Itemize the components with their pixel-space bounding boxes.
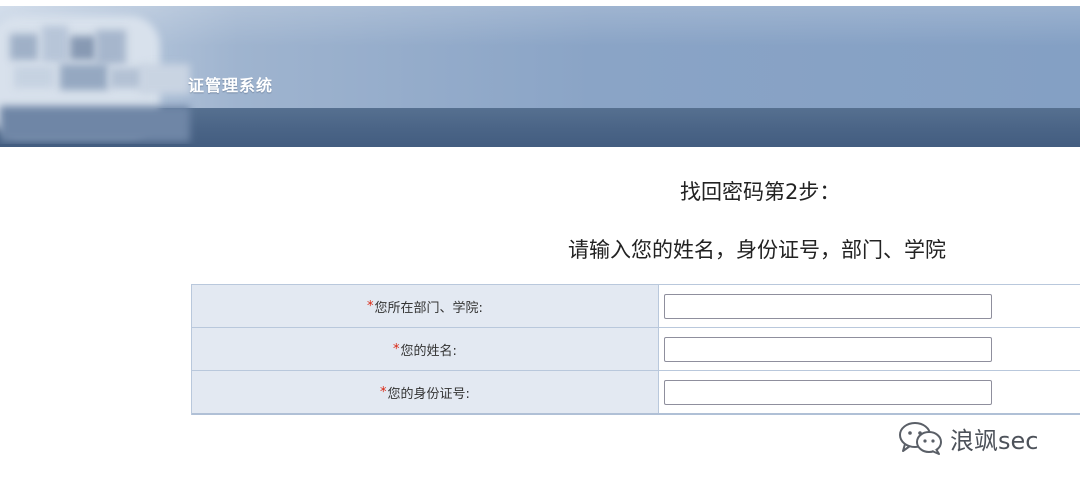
header-banner: 证管理系统 <box>0 0 1080 147</box>
id-number-input-cell <box>659 371 1080 413</box>
id-number-label-cell: * 您的身份证号: <box>192 371 659 413</box>
name-input[interactable] <box>664 336 992 362</box>
name-label: 您的姓名: <box>400 343 457 359</box>
step-title: 找回密码第2步： <box>680 180 841 204</box>
name-input-cell <box>659 328 1080 370</box>
watermark: 浪飒sec <box>898 420 1038 456</box>
wechat-icon <box>899 422 942 455</box>
form-row-id-number: * 您的身份证号: <box>192 371 1080 415</box>
id-number-input[interactable] <box>664 379 992 405</box>
department-input-cell <box>659 285 1080 327</box>
form-row-department: * 您所在部门、学院: <box>192 285 1080 328</box>
required-mark: * <box>367 298 374 314</box>
system-title: 证管理系统 <box>188 76 274 95</box>
department-label: 您所在部门、学院: <box>374 300 483 316</box>
id-number-label: 您的身份证号: <box>387 386 470 402</box>
form-row-name: * 您的姓名: <box>192 328 1080 371</box>
blurred-logo <box>0 6 200 144</box>
required-mark: * <box>380 384 387 400</box>
step-instruction: 请输入您的姓名，身份证号，部门、学院 <box>568 238 946 262</box>
department-input[interactable] <box>664 293 992 319</box>
department-label-cell: * 您所在部门、学院: <box>192 285 659 327</box>
recovery-form: * 您所在部门、学院: * 您的姓名: * 您的身份证号: <box>191 284 1080 415</box>
watermark-text: 浪飒sec <box>950 426 1039 455</box>
name-label-cell: * 您的姓名: <box>192 328 659 370</box>
password-recovery-page: 证管理系统 找回密码第2步： 请输入您的姓名，身份证号，部门、学院 * 您所在部… <box>0 0 1080 484</box>
required-mark: * <box>393 341 400 357</box>
